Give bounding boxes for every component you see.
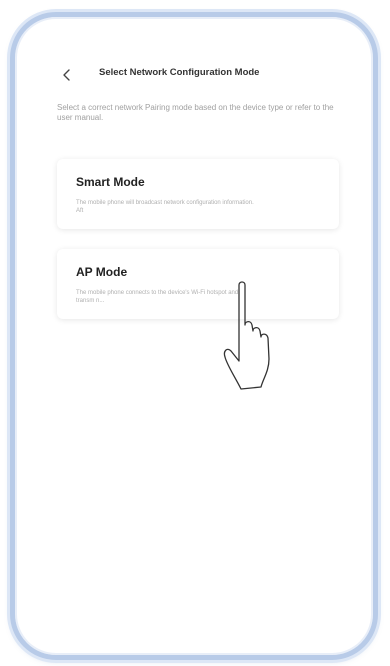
instructions-text: Select a correct network Pairing mode ba… <box>57 103 334 122</box>
smart-mode-title: Smart Mode <box>76 175 145 189</box>
ap-mode-card[interactable]: AP Mode The mobile phone connects to the… <box>57 249 339 319</box>
back-button[interactable] <box>59 65 75 85</box>
screen: Select Network Configuration Mode Select… <box>43 61 355 390</box>
ap-mode-title: AP Mode <box>76 265 128 279</box>
smart-mode-description: The mobile phone will broadcast network … <box>76 200 254 214</box>
header: Select Network Configuration Mode <box>43 61 355 91</box>
ap-mode-description: The mobile phone connects to the device'… <box>76 290 239 304</box>
page-title: Select Network Configuration Mode <box>99 67 260 78</box>
smart-mode-card[interactable]: Smart Mode The mobile phone will broadca… <box>57 159 339 229</box>
phone-frame: Select Network Configuration Mode Select… <box>10 12 378 660</box>
chevron-left-icon <box>63 69 70 81</box>
